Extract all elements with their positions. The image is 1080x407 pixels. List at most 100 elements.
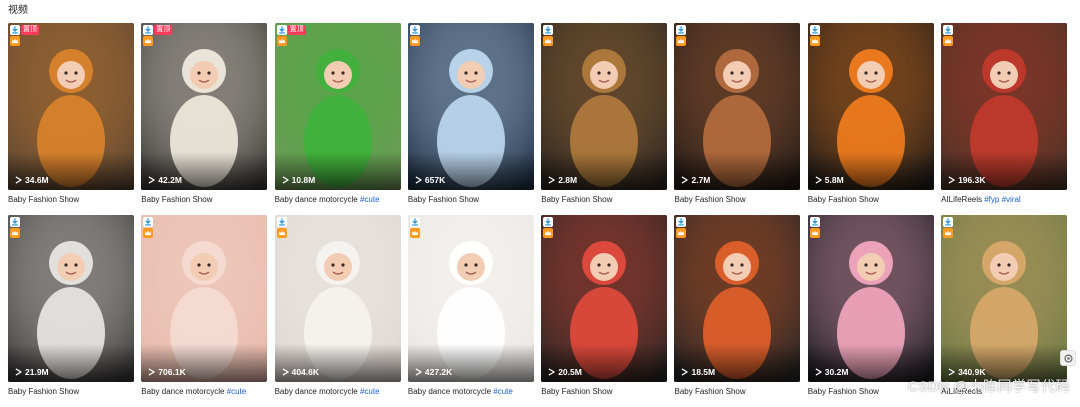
video-caption[interactable]: Baby dance motorcycle #cute: [275, 194, 401, 205]
view-count: 10.8M: [282, 175, 315, 185]
video-caption[interactable]: Baby dance motorcycle #cute: [408, 386, 534, 397]
video-thumbnail[interactable]: 置顶 10.8M: [274, 23, 401, 190]
video-caption[interactable]: Baby Fashion Show: [808, 194, 934, 205]
download-icon[interactable]: [676, 217, 687, 227]
pinned-tag: 置顶: [21, 25, 39, 35]
hashtag-link[interactable]: #cute: [493, 387, 513, 396]
video-thumbnail[interactable]: 196.3K: [941, 23, 1068, 190]
video-card[interactable]: 21.9M Baby Fashion Show: [8, 215, 134, 407]
video-card[interactable]: 2.7M Baby Fashion Show: [674, 23, 801, 215]
video-caption[interactable]: Baby Fashion Show: [674, 386, 800, 397]
video-thumbnail[interactable]: 置顶 42.2M: [141, 23, 268, 190]
video-card[interactable]: 2.8M Baby Fashion Show: [541, 23, 668, 215]
video-card[interactable]: 196.3K AILifeReels #fyp #viral: [941, 23, 1068, 215]
video-thumbnail[interactable]: 340.9K: [941, 215, 1068, 382]
hashtag-link[interactable]: #fyp #viral: [984, 195, 1020, 204]
video-caption[interactable]: Baby Fashion Show: [541, 194, 667, 205]
video-thumbnail[interactable]: 427.2K: [407, 215, 534, 382]
view-count-text: 706.1K: [158, 367, 186, 377]
video-card[interactable]: 置顶 10.8M Baby dance motorcycle #cute: [274, 23, 401, 215]
video-thumbnail[interactable]: 18.5M: [674, 215, 801, 382]
view-count: 5.8M: [815, 175, 844, 185]
download-icon[interactable]: [276, 217, 287, 227]
card-badges: 置顶: [276, 25, 306, 46]
download-icon[interactable]: [10, 217, 20, 227]
card-badges: 置顶: [10, 25, 39, 46]
video-thumbnail[interactable]: 657K: [407, 23, 534, 190]
download-icon[interactable]: [409, 25, 420, 35]
video-caption[interactable]: Baby Fashion Show: [8, 386, 134, 397]
video-caption[interactable]: Baby dance motorcycle #cute: [141, 386, 267, 397]
download-icon[interactable]: [143, 25, 154, 35]
card-badges: [809, 217, 820, 238]
video-thumbnail[interactable]: 21.9M: [8, 215, 134, 382]
download-icon[interactable]: [809, 25, 820, 35]
card-badges: [276, 217, 287, 238]
video-card[interactable]: 5.8M Baby Fashion Show: [807, 23, 934, 215]
settings-icon: [1063, 353, 1073, 363]
download-icon[interactable]: [676, 25, 687, 35]
card-badges: [543, 217, 554, 238]
card-badges: [676, 25, 687, 46]
play-icon: [682, 176, 689, 184]
video-caption[interactable]: Baby Fashion Show: [674, 194, 800, 205]
video-thumbnail[interactable]: 置顶 34.6M: [8, 23, 134, 190]
download-icon[interactable]: [10, 25, 20, 35]
play-icon: [682, 368, 689, 376]
view-count: 2.7M: [681, 175, 710, 185]
download-icon[interactable]: [543, 25, 554, 35]
download-icon[interactable]: [276, 25, 287, 35]
download-icon[interactable]: [943, 25, 954, 35]
card-badges: [943, 25, 954, 46]
video-caption[interactable]: AILifeReels #fyp #viral: [941, 194, 1067, 205]
play-icon: [415, 368, 422, 376]
crown-icon: [809, 228, 820, 238]
side-float-button[interactable]: [1060, 350, 1076, 366]
download-icon[interactable]: [409, 217, 420, 227]
video-thumbnail[interactable]: 2.8M: [541, 23, 668, 190]
video-thumbnail[interactable]: 2.7M: [674, 23, 801, 190]
video-caption[interactable]: Baby Fashion Show: [541, 386, 667, 397]
video-card[interactable]: 657K Baby Fashion Show: [407, 23, 534, 215]
video-card[interactable]: 20.5M Baby Fashion Show: [541, 215, 668, 407]
video-caption[interactable]: Baby Fashion Show: [141, 194, 267, 205]
video-card[interactable]: 706.1K Baby dance motorcycle #cute: [141, 215, 268, 407]
pinned-tag: 置顶: [154, 25, 173, 35]
caption-text: Baby Fashion Show: [141, 195, 213, 204]
crown-icon: [276, 228, 287, 238]
video-thumbnail[interactable]: 30.2M: [807, 215, 934, 382]
hashtag-link[interactable]: #cute: [360, 195, 380, 204]
video-card[interactable]: 置顶 42.2M Baby Fashion Show: [141, 23, 268, 215]
video-thumbnail[interactable]: 20.5M: [541, 215, 668, 382]
card-badges: [10, 217, 20, 238]
card-badges: [676, 217, 687, 238]
video-thumbnail[interactable]: 706.1K: [141, 215, 268, 382]
caption-text: Baby dance motorcycle: [274, 195, 358, 204]
video-thumbnail[interactable]: 404.6K: [274, 215, 401, 382]
video-thumbnail[interactable]: 5.8M: [807, 23, 934, 190]
view-count: 427.2K: [415, 367, 452, 377]
video-caption[interactable]: Baby dance motorcycle #cute: [275, 386, 401, 397]
download-icon[interactable]: [543, 217, 554, 227]
video-caption[interactable]: Baby Fashion Show: [8, 194, 134, 205]
caption-text: Baby Fashion Show: [541, 195, 613, 204]
download-icon[interactable]: [943, 217, 954, 227]
video-caption[interactable]: Baby Fashion Show: [408, 194, 534, 205]
hashtag-link[interactable]: #cute: [227, 387, 247, 396]
download-icon[interactable]: [809, 217, 820, 227]
view-count: 2.8M: [548, 175, 577, 185]
video-card[interactable]: 427.2K Baby dance motorcycle #cute: [407, 215, 534, 407]
crown-icon: [10, 228, 20, 238]
crown-icon: [143, 36, 154, 46]
view-count-text: 20.5M: [558, 367, 582, 377]
view-count: 34.6M: [15, 175, 49, 185]
play-icon: [815, 368, 822, 376]
video-card[interactable]: 404.6K Baby dance motorcycle #cute: [274, 215, 401, 407]
pinned-tag: 置顶: [287, 25, 306, 35]
video-card[interactable]: 18.5M Baby Fashion Show: [674, 215, 801, 407]
caption-text: Baby dance motorcycle: [274, 387, 358, 396]
hashtag-link[interactable]: #cute: [360, 387, 380, 396]
video-card[interactable]: 置顶 34.6M Baby Fashion Show: [8, 23, 134, 215]
caption-text: Baby Fashion Show: [541, 387, 613, 396]
download-icon[interactable]: [143, 217, 154, 227]
